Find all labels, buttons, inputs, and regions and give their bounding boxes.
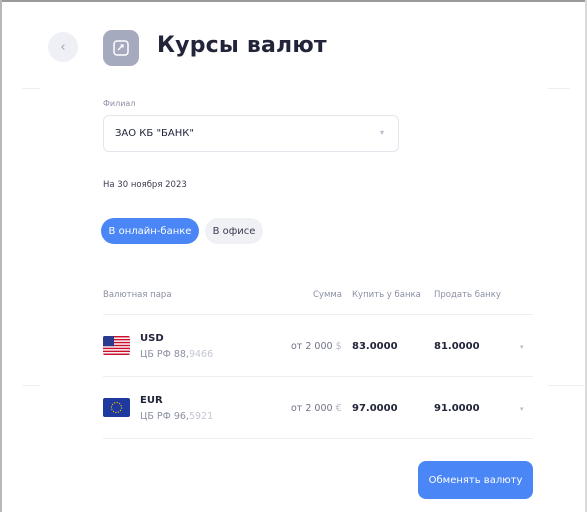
divider-left-top [22, 88, 40, 89]
page-title: Курсы валют [157, 33, 327, 58]
currency-code: EUR [140, 395, 163, 406]
cb-rate-decimals: 9466 [188, 349, 214, 360]
divider-right-bottom [548, 385, 586, 386]
chevron-left-icon: ‹ [60, 39, 66, 55]
branch-select-value: ЗАО КБ "БАНК" [115, 128, 194, 139]
min-sum-amount: от 2 000 [291, 341, 336, 352]
min-sum-unit: $ [335, 341, 342, 352]
min-sum-unit: € [335, 403, 342, 414]
tab-office-label: В офисе [212, 225, 256, 237]
divider-left-bottom [22, 385, 40, 386]
column-header-sum: Сумма [313, 290, 342, 300]
currency-code: USD [140, 333, 164, 344]
column-header-buy: Купить у банка [352, 290, 421, 300]
chevron-down-icon[interactable]: ▾ [520, 405, 524, 413]
column-header-sell: Продать банку [434, 290, 501, 300]
window-top-border [0, 0, 587, 2]
min-sum-amount: от 2 000 [291, 403, 336, 414]
table-divider [103, 438, 533, 439]
table-divider [103, 376, 533, 377]
buy-rate: 97.0000 [352, 403, 398, 414]
chevron-down-icon[interactable]: ▾ [520, 343, 524, 351]
exchange-icon [103, 30, 139, 66]
min-sum: от 2 000 $ [291, 341, 342, 352]
table-divider [103, 314, 533, 315]
back-button[interactable]: ‹ [48, 32, 78, 62]
tab-online-bank-label: В онлайн-банке [108, 225, 192, 237]
sell-rate: 91.0000 [434, 403, 480, 414]
min-sum: от 2 000 € [291, 403, 342, 414]
table-row-usd[interactable]: USD ЦБ РФ 88,9466 от 2 000 $ 83.0000 81.… [0, 330, 587, 370]
divider-right-top [548, 88, 570, 89]
us-flag-icon [103, 336, 130, 355]
tab-online-bank[interactable]: В онлайн-банке [101, 218, 199, 244]
tab-office[interactable]: В офисе [205, 218, 263, 244]
column-header-pair: Валютная пара [103, 290, 172, 300]
table-row-eur[interactable]: EUR ЦБ РФ 96,5921 от 2 000 € 97.0000 91.… [0, 390, 587, 430]
cb-rate-decimals: 5921 [188, 411, 214, 422]
exchange-currency-button[interactable]: Обменять валюту [418, 461, 533, 499]
exchange-currency-button-label: Обменять валюту [428, 474, 523, 486]
branch-select[interactable]: ЗАО КБ "БАНК" ▾ [103, 115, 399, 152]
cb-rate: ЦБ РФ 88,9466 [140, 349, 213, 360]
cb-rate: ЦБ РФ 96,5921 [140, 411, 213, 422]
rates-date: На 30 ноября 2023 [103, 180, 187, 190]
chevron-down-icon: ▾ [379, 128, 384, 137]
eu-flag-icon [103, 398, 130, 417]
cb-rate-main: ЦБ РФ 96, [140, 411, 189, 422]
sell-rate: 81.0000 [434, 341, 480, 352]
window-left-border [0, 0, 2, 512]
branch-label: Филиал [103, 99, 136, 108]
cb-rate-main: ЦБ РФ 88, [140, 349, 189, 360]
buy-rate: 83.0000 [352, 341, 398, 352]
